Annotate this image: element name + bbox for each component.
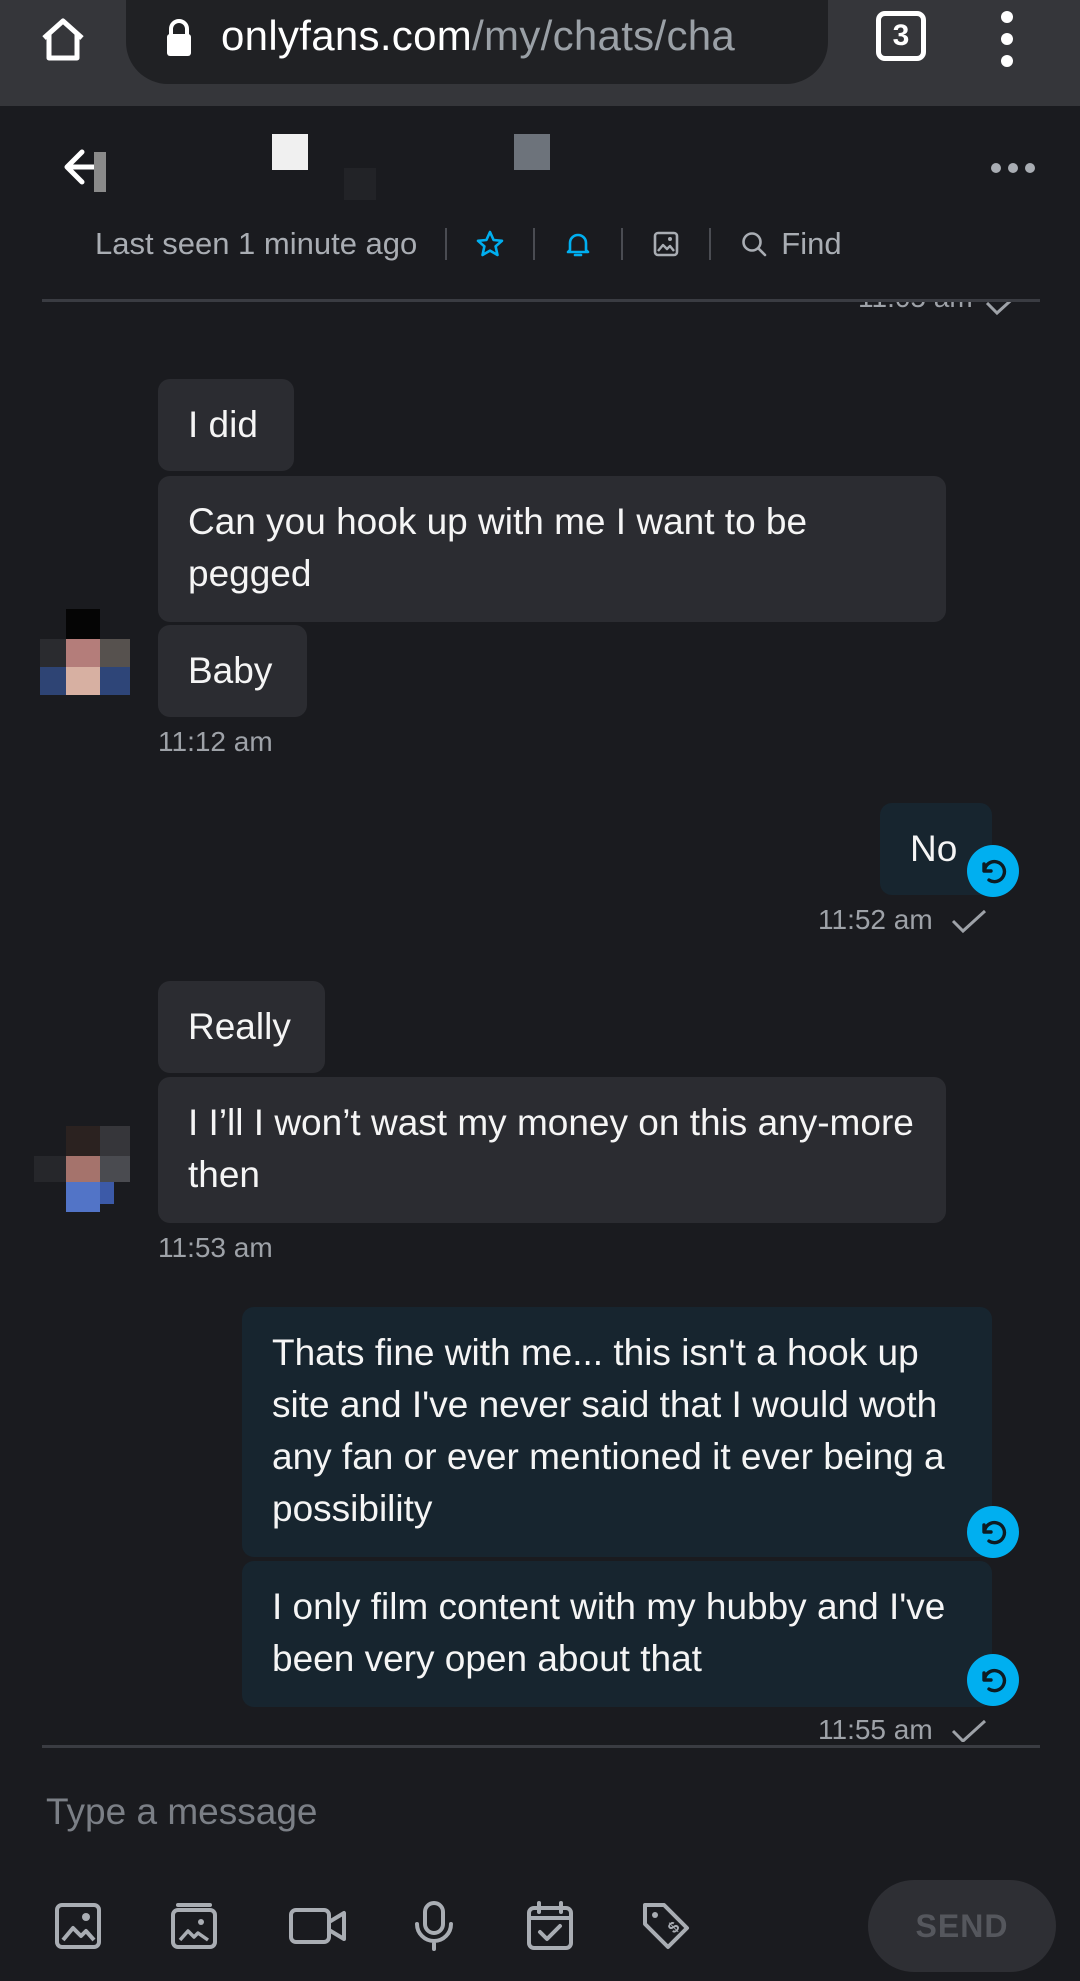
video-icon[interactable]: [288, 1900, 348, 1952]
browser-toolbar: onlyfans.com/my/chats/cha 3: [0, 0, 1080, 106]
search-icon: [742, 232, 767, 257]
tab-switcher-icon[interactable]: 3: [876, 11, 926, 61]
price-tag-icon[interactable]: $: [640, 1900, 692, 1952]
message-bubble-incoming[interactable]: Baby: [158, 625, 307, 717]
overflow-menu-icon[interactable]: [994, 10, 1020, 68]
message-timestamp: 11:53 am: [158, 1232, 273, 1263]
mic-icon[interactable]: [408, 1900, 460, 1952]
divider: [621, 228, 624, 260]
star-icon[interactable]: [475, 229, 505, 259]
message-timestamp: 11:52 am: [818, 904, 933, 935]
composer-divider: [42, 1745, 1040, 1748]
undo-icon[interactable]: [967, 845, 1019, 897]
more-dots-icon[interactable]: [990, 161, 1036, 175]
check-icon: [951, 909, 987, 934]
cut-off-timestamp: 11:05 am: [858, 302, 1028, 324]
url-text[interactable]: onlyfans.com/my/chats/cha: [221, 8, 821, 64]
undo-icon[interactable]: [967, 1654, 1019, 1706]
message-bubble-incoming[interactable]: I I’ll I won’t wast my money on this any…: [158, 1077, 946, 1223]
message-timestamp: 11:55 am: [818, 1714, 933, 1742]
back-arrow-icon[interactable]: [58, 142, 108, 192]
message-bubble-outgoing[interactable]: I only film content with my hubby and I'…: [242, 1561, 992, 1707]
message-bubble-outgoing[interactable]: Thats fine with me... this isn't a hook …: [242, 1307, 992, 1557]
url-path: /my/chats/cha: [472, 12, 736, 59]
message-list[interactable]: 11:05 am I did Can you hook up with me I…: [0, 302, 1080, 1742]
message-timestamp: 11:12 am: [158, 726, 273, 757]
check-icon: [985, 302, 1012, 316]
bell-icon[interactable]: [563, 229, 593, 259]
vault-icon[interactable]: [168, 1900, 220, 1952]
message-bubble-incoming[interactable]: Really: [158, 981, 325, 1073]
divider: [533, 228, 536, 260]
home-icon[interactable]: [38, 14, 88, 64]
gallery-icon[interactable]: [52, 1900, 104, 1952]
message-bubble-incoming[interactable]: I did: [158, 379, 294, 471]
calendar-icon[interactable]: [524, 1900, 576, 1952]
undo-icon[interactable]: [967, 1506, 1019, 1558]
send-button[interactable]: SEND: [868, 1880, 1056, 1972]
divider: [445, 228, 448, 260]
avatar[interactable]: [36, 609, 136, 719]
url-host: onlyfans.com: [221, 12, 473, 59]
avatar[interactable]: [34, 1126, 134, 1236]
chat-subheader: Last seen 1 minute ago Find: [95, 214, 842, 274]
message-bubble-incoming[interactable]: Can you hook up with me I want to be peg…: [158, 476, 946, 622]
image-icon[interactable]: [651, 229, 681, 259]
check-icon: [951, 1719, 987, 1742]
cut-off-time-text: 11:05 am: [858, 302, 973, 314]
last-seen-status: Last seen 1 minute ago: [95, 226, 418, 261]
find-label: Find: [781, 226, 842, 261]
divider: [709, 228, 712, 260]
address-bar[interactable]: onlyfans.com/my/chats/cha: [126, 0, 828, 84]
message-input[interactable]: [46, 1782, 986, 1842]
lock-icon: [167, 19, 191, 56]
find-button[interactable]: Find: [739, 226, 842, 262]
chat-header: Last seen 1 minute ago Find: [0, 106, 1080, 302]
